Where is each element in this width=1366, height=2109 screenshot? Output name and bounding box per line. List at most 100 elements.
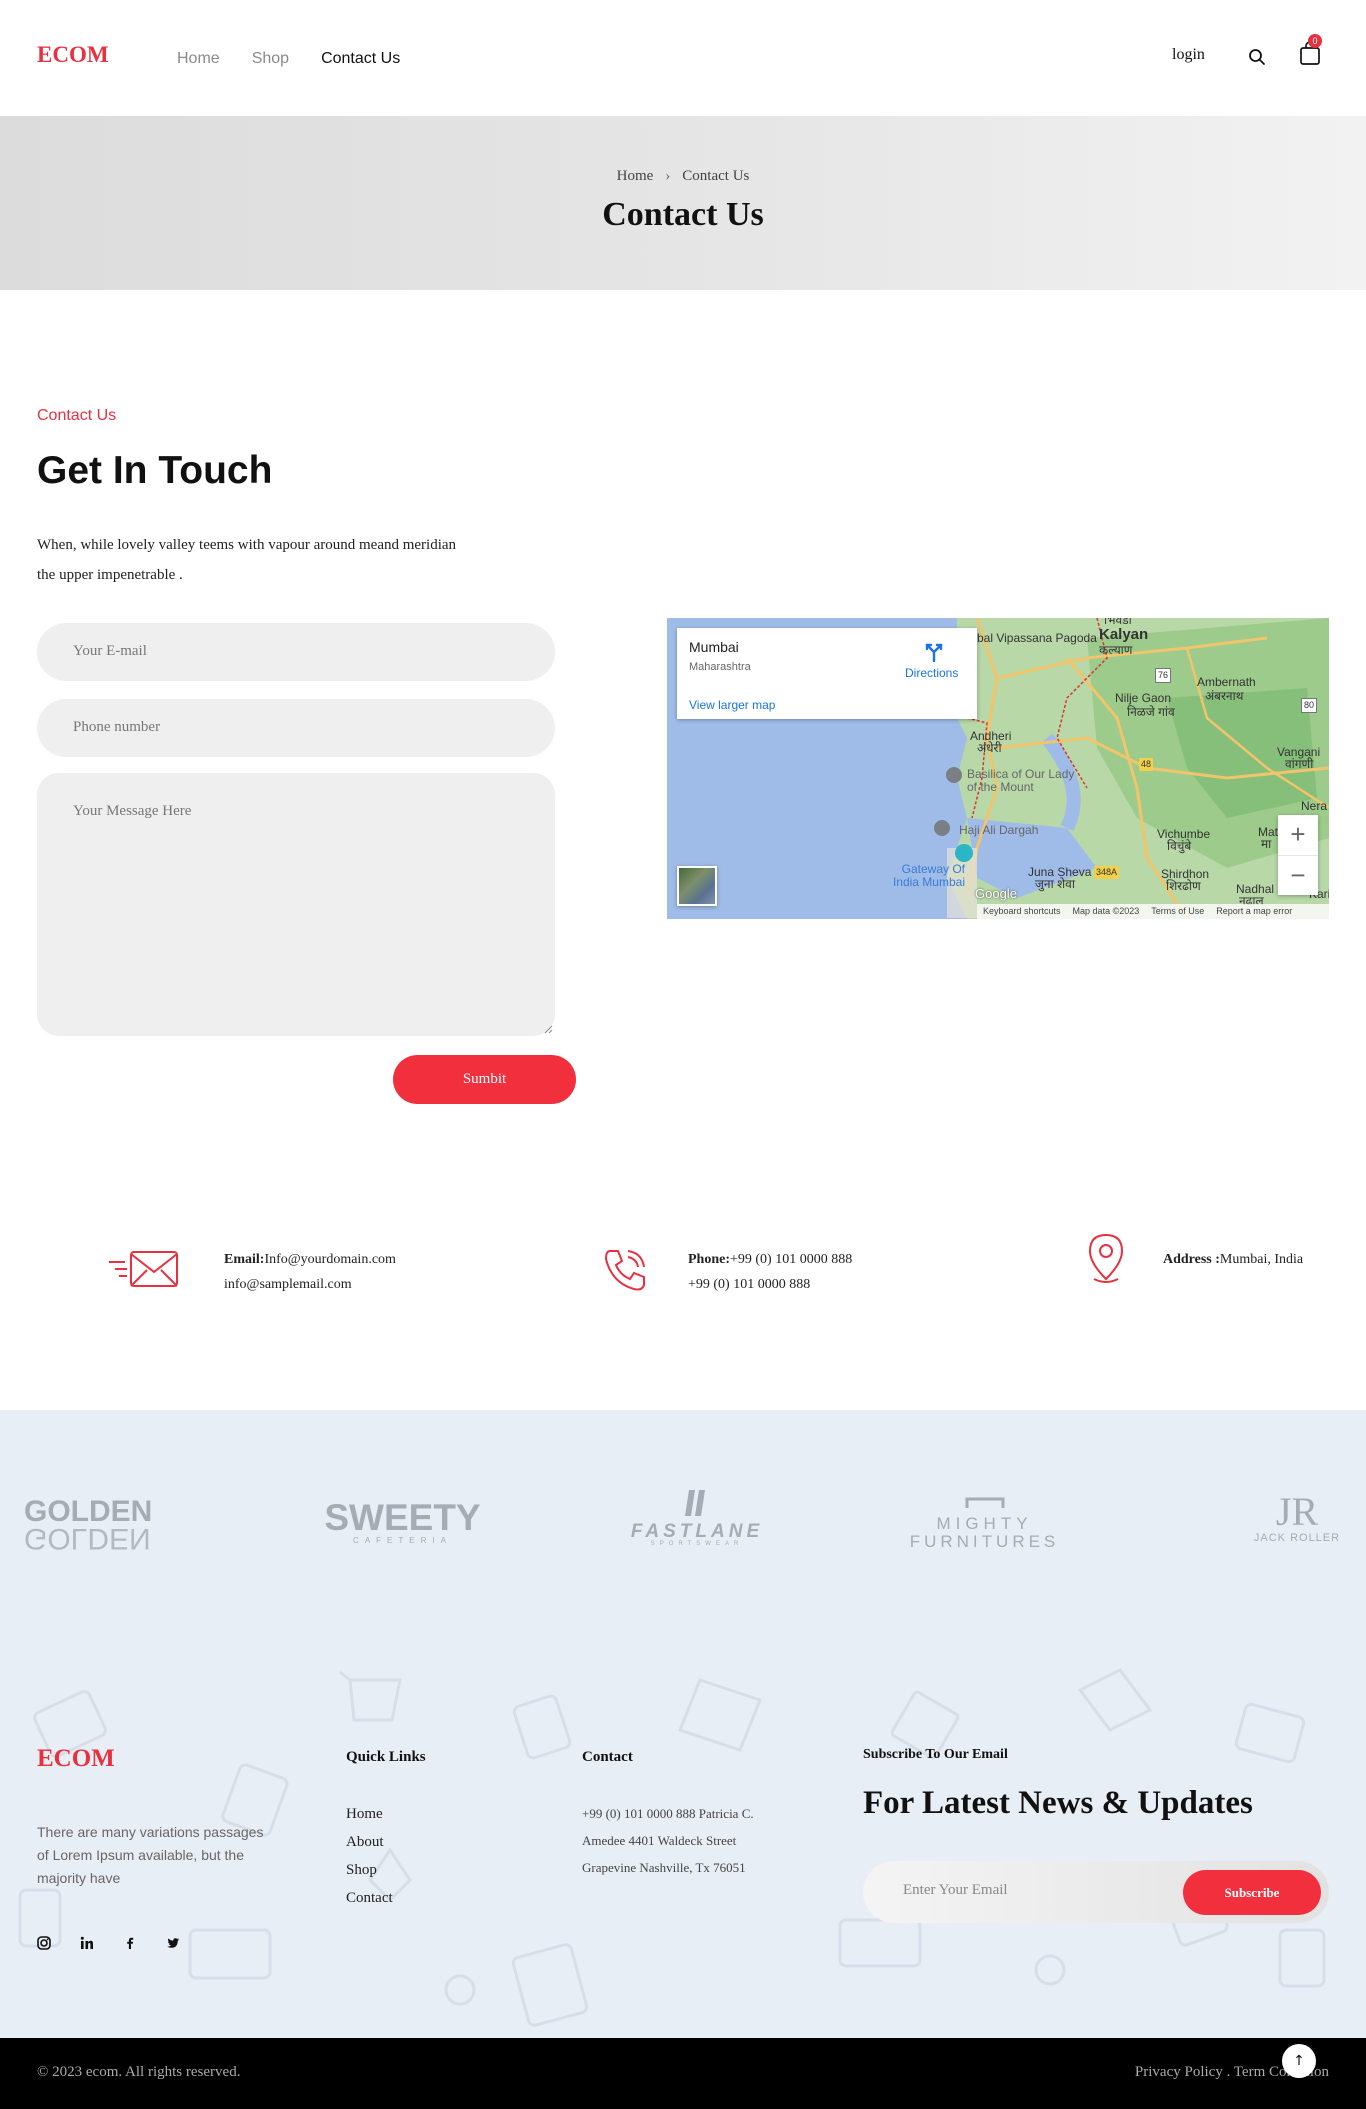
brand-logo-golden: GOLDEN GOLDEN: [24, 1497, 152, 1556]
login-link[interactable]: login: [1172, 46, 1205, 64]
section-kicker: Contact Us: [37, 407, 117, 424]
nav-shop[interactable]: Shop: [252, 50, 289, 68]
email-placeholder: Your E-mail: [73, 643, 147, 659]
footer-contact-line: Grapevine Nashville, Tx 76051: [582, 1860, 746, 1875]
map-attribution: Keyboard shortcuts Map data ©2023 Terms …: [977, 904, 1329, 919]
phone-icon: [604, 1250, 645, 1291]
footer-description: There are many variations passages of Lo…: [37, 1824, 264, 1886]
message-placeholder: Your Message Here: [73, 803, 192, 819]
breadcrumb-current: Contact Us: [682, 168, 750, 184]
brand-mighty-sub: FURNITURES: [909, 1532, 1060, 1551]
zoom-out-button[interactable]: −: [1278, 855, 1318, 895]
map-label-bhiwandi: भिवंडी: [1104, 618, 1132, 627]
site-header: ECOM Home Shop Contact Us login 0: [0, 0, 1366, 116]
map-label-mat-local: मा: [1261, 837, 1272, 851]
mighty-mark-icon: [965, 1497, 1004, 1508]
search-icon[interactable]: [1248, 48, 1266, 66]
nav-home[interactable]: Home: [177, 50, 220, 68]
google-map[interactable]: Kalyan कल्याण भिवंडी bal Vipassana Pagod…: [667, 618, 1329, 919]
email-primary[interactable]: Info@yourdomain.com: [264, 1252, 395, 1267]
subscribe-button[interactable]: Subscribe: [1183, 1870, 1321, 1915]
road-shield-76: 76: [1155, 668, 1172, 683]
directions-link[interactable]: Directions: [905, 666, 958, 680]
instagram-icon[interactable]: [37, 1936, 51, 1950]
footer-area: GOLDEN GOLDEN SWEETY CAFETERIA FASTLANE …: [0, 1410, 1366, 2038]
map-label-nera: Nera: [1301, 799, 1328, 813]
contact-heading: Contact: [582, 1749, 633, 1765]
location-pin-icon: [1088, 1233, 1124, 1283]
subscribe-title: For Latest News & Updates: [863, 1785, 1253, 1821]
nav-contact-us[interactable]: Contact Us: [321, 50, 400, 68]
bottom-bar: © 2023 ecom. All rights reserved. Privac…: [0, 2038, 1366, 2109]
terms-of-use-link[interactable]: Terms of Use: [1151, 906, 1204, 917]
scroll-to-top-button[interactable]: ↑: [1282, 2044, 1316, 2078]
breadcrumb-home[interactable]: Home: [617, 168, 654, 184]
phone-secondary[interactable]: +99 (0) 101 0000 888: [688, 1277, 810, 1292]
map-place-region: Maharashtra: [689, 661, 751, 673]
brand-jr-sub: JACK ROLLER: [1253, 1532, 1341, 1544]
map-label-kalyan-local: कल्याण: [1099, 643, 1133, 657]
email-field[interactable]: Your E-mail: [37, 623, 555, 681]
footer-link-home[interactable]: Home: [346, 1800, 393, 1828]
email-secondary[interactable]: info@samplemail.com: [224, 1277, 352, 1292]
footer-contact-details: +99 (0) 101 0000 888 Patricia C. Amedee …: [582, 1800, 754, 1881]
page-title: Contact Us: [602, 196, 764, 233]
copyright-text: © 2023 ecom. All rights reserved.: [37, 2064, 241, 2080]
map-label-vichumbe-local: विचुंबे: [1167, 839, 1192, 853]
section-description: When, while lovely valley teems with vap…: [37, 537, 457, 583]
fastlane-mark-icon: [685, 1490, 705, 1516]
map-label-vangani-local: वांगणी: [1285, 757, 1314, 771]
map-label-shirdhon-local: शिरढोण: [1166, 879, 1201, 893]
road-shield-348a: 348A: [1094, 866, 1120, 879]
footer-contact-line: Amedee 4401 Waldeck Street: [582, 1833, 737, 1848]
map-label-nilje: Nilje Gaon: [1115, 691, 1172, 705]
brand-jr-name: JR: [1275, 1489, 1319, 1534]
twitter-icon[interactable]: [166, 1936, 180, 1950]
map-label-basilica: Basilica of Our Lady of the Mount: [967, 767, 1075, 794]
map-zoom-controls: + −: [1278, 815, 1318, 895]
directions-icon[interactable]: [923, 640, 945, 662]
phone-info: Phone:+99 (0) 101 0000 888 +99 (0) 101 0…: [688, 1247, 852, 1297]
map-label-ambernath-local: अंबरनाथ: [1205, 689, 1244, 703]
address-info-label: Address :: [1163, 1252, 1220, 1267]
phone-primary[interactable]: +99 (0) 101 0000 888: [730, 1252, 852, 1267]
zoom-in-button[interactable]: +: [1278, 815, 1318, 855]
phone-field[interactable]: Phone number: [37, 699, 555, 757]
linkedin-icon[interactable]: [80, 1936, 94, 1950]
keyboard-shortcuts-link[interactable]: Keyboard shortcuts: [983, 906, 1061, 917]
cart-count-badge: 0: [1308, 34, 1322, 48]
footer-contact-line: +99 (0) 101 0000 888 Patricia C.: [582, 1806, 754, 1821]
brand-logo-mighty: MIGHTY FURNITURES: [902, 1496, 1067, 1551]
address-info: Address :Mumbai, India: [1163, 1247, 1303, 1272]
submit-button[interactable]: Sumbit: [393, 1055, 576, 1104]
satellite-toggle[interactable]: [677, 866, 717, 906]
message-textarea[interactable]: Your Message Here: [37, 773, 555, 1036]
map-label-ambernath: Ambernath: [1197, 675, 1256, 689]
address-value: Mumbai, India: [1219, 1252, 1304, 1267]
brand-mighty-name: MIGHTY: [936, 1514, 1033, 1533]
map-label-vipassana: bal Vipassana Pagoda: [977, 631, 1097, 645]
map-place-name: Mumbai: [689, 639, 739, 655]
footer-logo[interactable]: ECOM: [37, 1745, 115, 1773]
view-larger-map-link[interactable]: View larger map: [689, 698, 775, 712]
email-info-label: Email:: [224, 1252, 265, 1267]
brand-fastlane-name: FASTLANE: [630, 1521, 764, 1542]
logo[interactable]: ECOM: [37, 42, 109, 68]
quick-links-heading: Quick Links: [346, 1749, 426, 1765]
google-logo: Google: [975, 886, 1017, 901]
map-data-text: Map data ©2023: [1072, 906, 1140, 916]
facebook-icon[interactable]: [123, 1936, 137, 1950]
report-map-error-link[interactable]: Report a map error: [1216, 906, 1292, 917]
road-shield-48: 48: [1139, 758, 1154, 771]
brand-sweety-name: SWEETY: [324, 1497, 481, 1538]
phone-info-label: Phone:: [688, 1252, 730, 1267]
email-info: Email:Info@yourdomain.com info@samplemai…: [224, 1247, 396, 1297]
map-label-juna-sheva-local: जुना शेवा: [1035, 877, 1075, 891]
social-links: [37, 1936, 180, 1950]
brand-logo-fastlane: FASTLANE SPORTSWEAR: [627, 1488, 767, 1547]
footer-link-shop[interactable]: Shop: [346, 1856, 393, 1884]
footer-link-about[interactable]: About: [346, 1828, 393, 1856]
footer-link-contact[interactable]: Contact: [346, 1884, 393, 1912]
breadcrumb: Home › Contact Us: [0, 168, 1366, 185]
resize-handle-icon[interactable]: [544, 1025, 553, 1034]
